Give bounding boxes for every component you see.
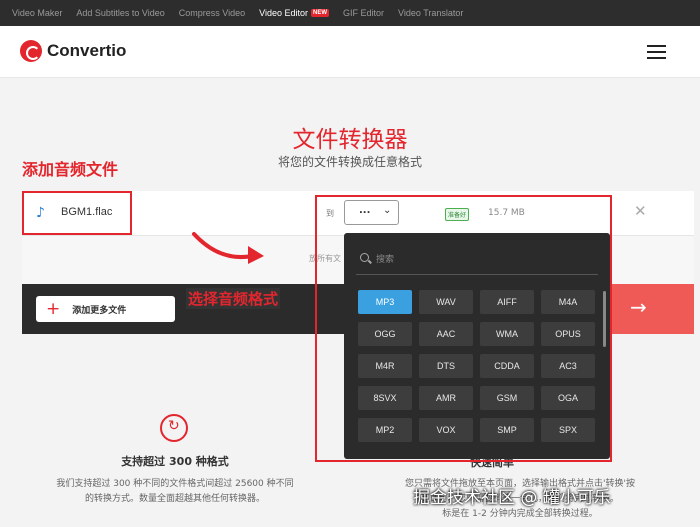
refresh-icon xyxy=(160,414,188,442)
logo-text: Convertio xyxy=(47,41,127,60)
close-icon[interactable]: ✕ xyxy=(634,202,647,220)
nav-compress-video[interactable]: Compress Video xyxy=(179,8,245,18)
feature-formats-desc: 我们支持超过 300 种不同的文件格式间超过 25600 种不同 的转换方式。数… xyxy=(40,477,310,507)
highlight-box-file xyxy=(22,191,132,235)
annotation-arrow-icon xyxy=(192,232,264,264)
nav-video-editor[interactable]: Video Editor NEW xyxy=(259,8,330,18)
page-title: 文件转换器 xyxy=(292,127,408,153)
nav-add-subtitles[interactable]: Add Subtitles to Video xyxy=(76,8,164,18)
add-more-files-label: 添加更多文件 xyxy=(72,305,127,316)
feature-formats-title: 支持超过 300 种格式 xyxy=(121,455,229,468)
site-header: Convertio xyxy=(0,26,700,78)
top-nav: Video Maker Add Subtitles to Video Compr… xyxy=(0,0,700,26)
arrow-right-icon: → xyxy=(630,295,647,319)
menu-icon[interactable] xyxy=(647,45,666,59)
annotation-add-audio: 添加音频文件 xyxy=(22,160,119,179)
feature-formats-desc-line: 的转换方式。数量全面超越其他任何转换器。 xyxy=(84,494,265,504)
nav-video-translator[interactable]: Video Translator xyxy=(398,8,463,18)
convertio-logo-icon xyxy=(20,40,42,62)
feature-fast-desc-line: 标是在 1-2 分钟内完成全部转换过程。 xyxy=(442,509,598,519)
add-more-files-button[interactable]: + 添加更多文件 xyxy=(36,296,175,322)
logo[interactable]: Convertio xyxy=(20,40,126,62)
nav-video-maker[interactable]: Video Maker xyxy=(12,8,62,18)
nav-video-editor-label: Video Editor xyxy=(259,8,309,18)
feature-formats-desc-line: 我们支持超过 300 种不同的文件格式间超过 25600 种不同 xyxy=(56,479,294,489)
convert-button[interactable]: → xyxy=(608,284,694,334)
new-badge: NEW xyxy=(311,9,330,17)
watermark: 掘金技术社区 @ 罐小可乐 xyxy=(413,488,611,508)
highlight-box-format xyxy=(315,195,612,462)
plus-icon: + xyxy=(46,298,61,319)
nav-gif-editor[interactable]: GIF Editor xyxy=(343,8,384,18)
annotation-select-format: 选择音频格式 xyxy=(186,288,281,309)
